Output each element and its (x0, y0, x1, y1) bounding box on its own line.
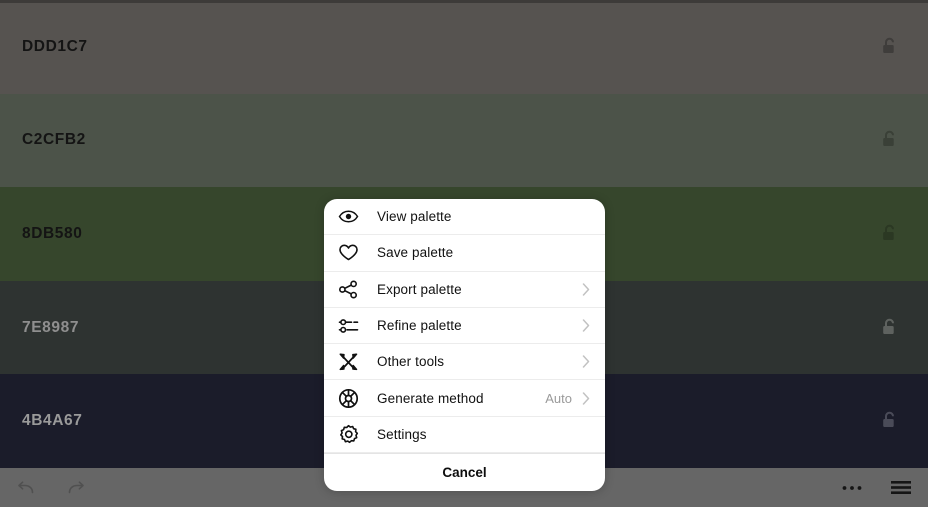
menu-item-other-tools[interactable]: Other tools (324, 344, 605, 381)
chevron-right-icon (581, 355, 591, 369)
chevron-right-icon (581, 282, 591, 296)
gear-icon (337, 423, 359, 445)
top-status-strip (0, 0, 928, 3)
undo-arrow-icon[interactable] (14, 475, 40, 501)
menu-item-view-palette[interactable]: View palette (324, 199, 605, 236)
menu-item-generate-method[interactable]: Generate method Auto (324, 380, 605, 417)
menu-item-export-palette[interactable]: Export palette (324, 272, 605, 308)
menu-item-settings[interactable]: Settings (324, 417, 605, 454)
menu-item-label: Save palette (377, 245, 454, 261)
share-nodes-icon (337, 278, 359, 300)
swatch-hex-label: 8DB580 (22, 224, 83, 242)
menu-item-refine-palette[interactable]: Refine palette (324, 308, 605, 345)
more-horizontal-icon[interactable] (840, 475, 866, 501)
menu-item-label: Other tools (377, 354, 445, 370)
menu-item-label: Export palette (377, 281, 462, 297)
toolbar-left-group (14, 475, 88, 501)
chevron-right-icon (581, 319, 591, 333)
menu-item-save-palette[interactable]: Save palette (324, 235, 605, 272)
swatch-hex-label: C2CFB2 (22, 131, 86, 149)
eye-icon (337, 206, 359, 228)
chevron-right-icon (581, 391, 591, 405)
app-root: DDD1C7 C2CFB2 8DB580 7E8987 4B4A67 View … (0, 0, 928, 507)
unlocked-lock-icon[interactable] (878, 35, 900, 59)
palette-swatch[interactable]: DDD1C7 (0, 0, 928, 94)
cancel-button[interactable]: Cancel (324, 453, 605, 491)
unlocked-lock-icon[interactable] (878, 409, 900, 433)
sliders-icon (337, 315, 359, 337)
menu-item-label: Settings (377, 426, 427, 442)
unlocked-lock-icon[interactable] (878, 222, 900, 246)
menu-item-label: Refine palette (377, 318, 462, 334)
swatch-hex-label: 4B4A67 (22, 412, 83, 430)
swatch-hex-label: 7E8987 (22, 318, 80, 336)
generate-method-value: Auto (545, 390, 572, 406)
cancel-label: Cancel (442, 465, 487, 481)
unlocked-lock-icon[interactable] (878, 316, 900, 340)
toolbar-right-group (840, 475, 914, 501)
hamburger-menu-icon[interactable] (888, 475, 914, 501)
menu-item-label: Generate method (377, 390, 484, 406)
menu-item-label: View palette (377, 209, 452, 225)
heart-icon (337, 242, 359, 264)
action-sheet: View palette Save palette Export palette… (324, 199, 605, 492)
palette-swatch[interactable]: C2CFB2 (0, 93, 928, 188)
swatch-hex-label: DDD1C7 (22, 37, 88, 55)
unlocked-lock-icon[interactable] (878, 128, 900, 152)
color-wheel-icon (337, 387, 359, 409)
crossed-tools-icon (337, 351, 359, 373)
redo-arrow-icon[interactable] (62, 475, 88, 501)
